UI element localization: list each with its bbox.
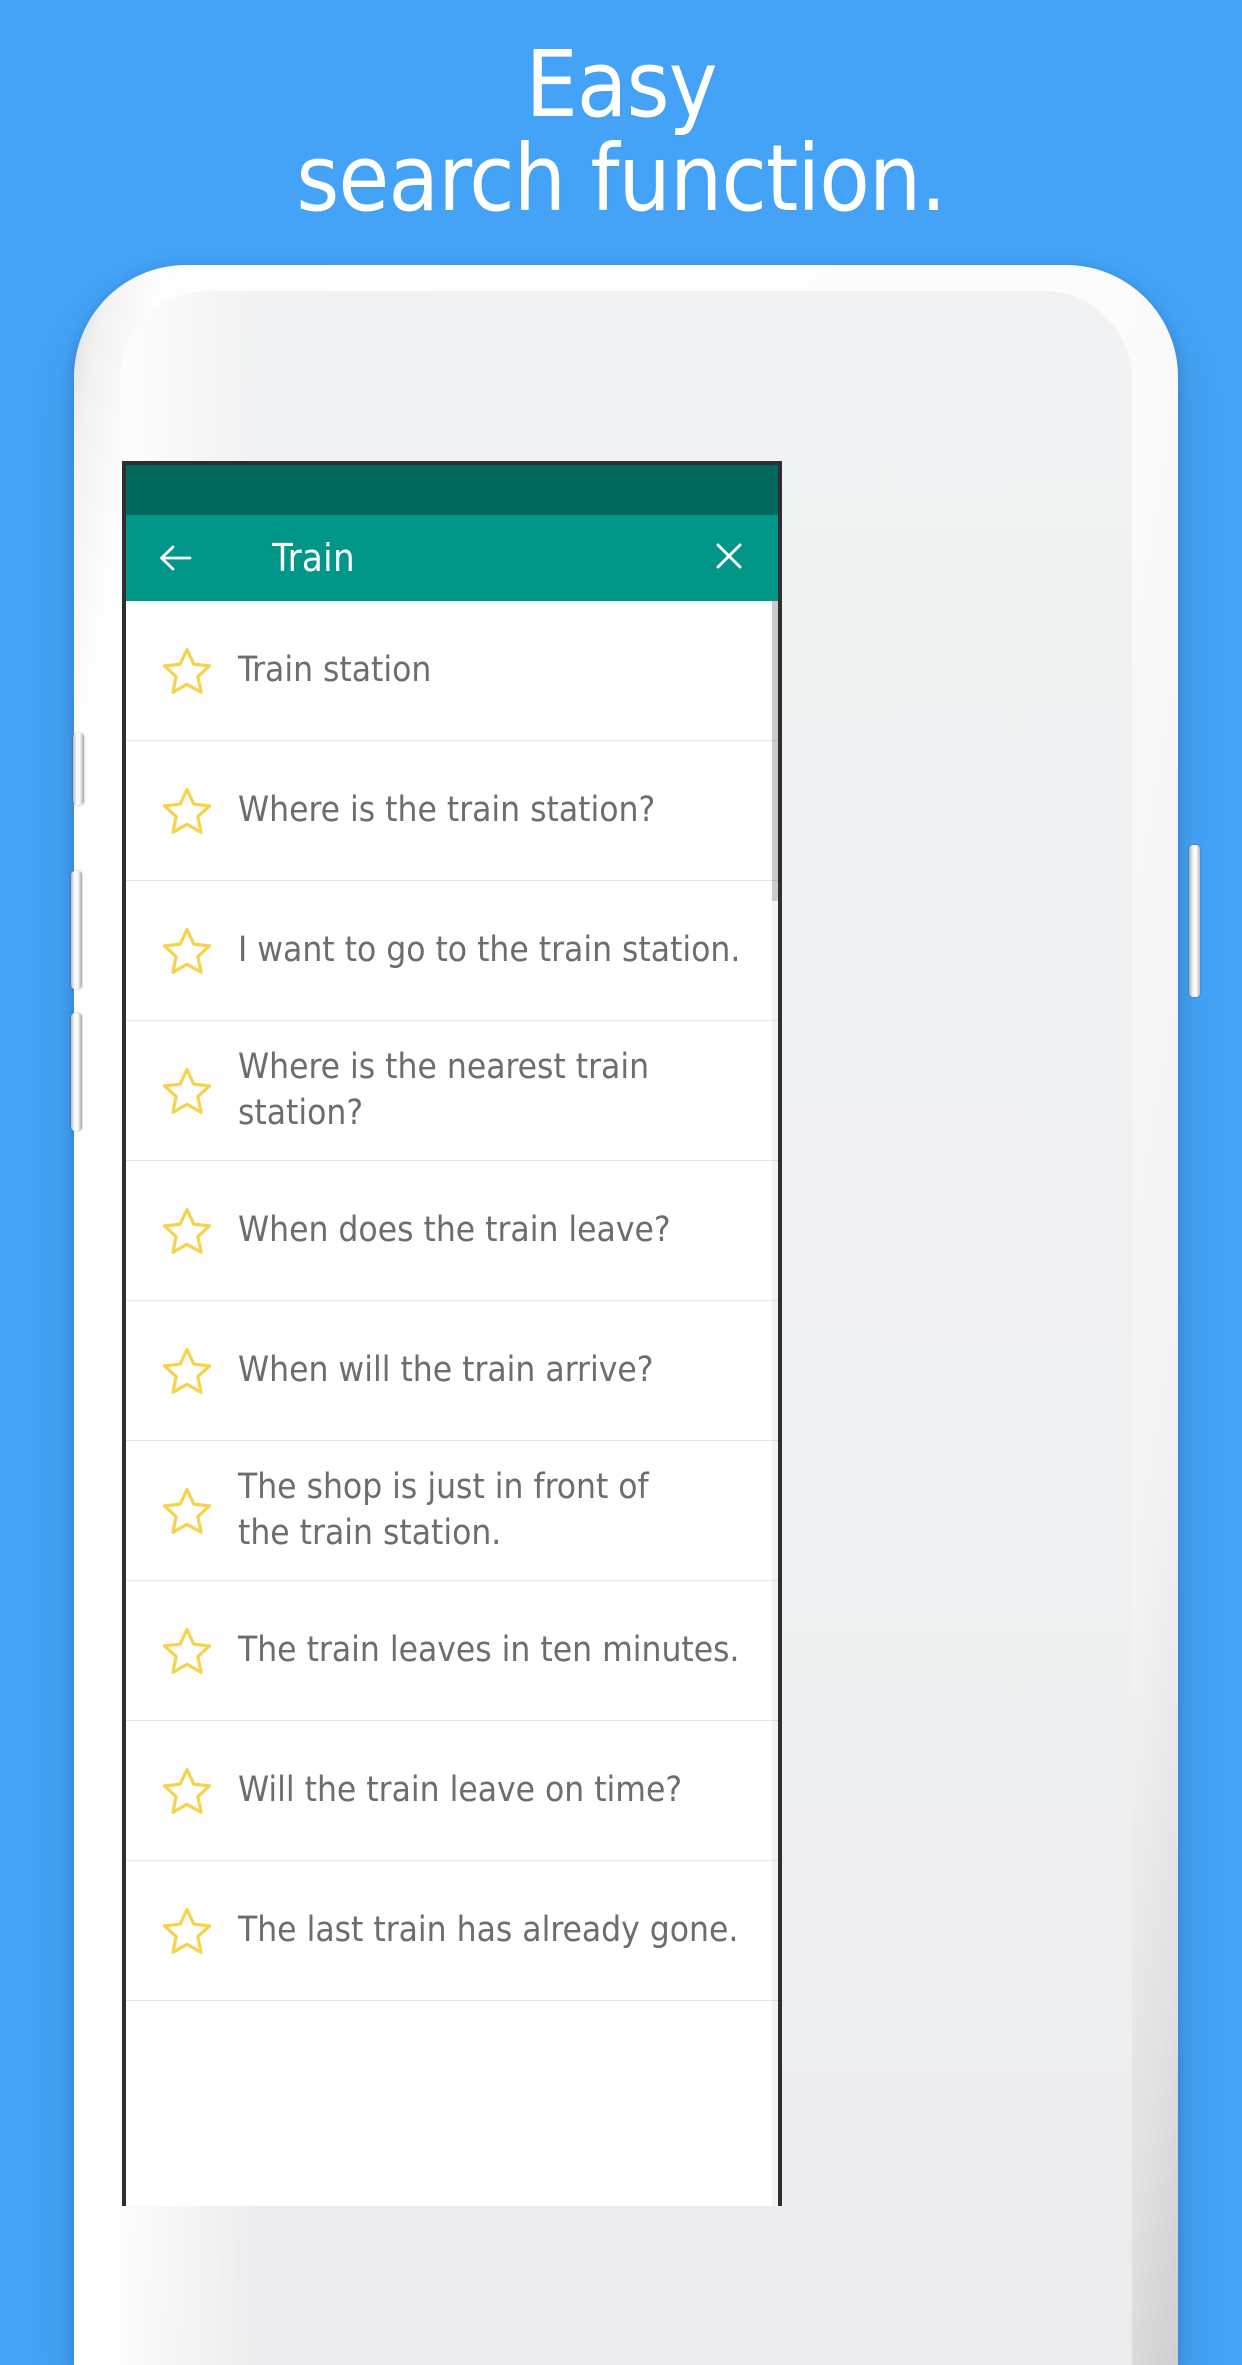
list-item[interactable]: When does the train leave? [126,1161,778,1301]
phone-body: Train Train station Where is the train s… [71,265,1200,2365]
app-toolbar: Train [126,515,778,601]
list-item-label: When does the train leave? [238,1209,671,1250]
list-item-label: Where is the nearest train station? [238,1047,650,1133]
list-item-label: I want to go to the train station. [238,929,741,970]
status-bar [126,465,778,515]
search-results-list[interactable]: Train station Where is the train station… [126,601,778,2001]
star-outline-icon[interactable] [158,922,216,980]
list-item[interactable]: Train station [126,601,778,741]
star-outline-icon[interactable] [158,1622,216,1680]
list-item[interactable]: Where is the nearest train station? [126,1021,778,1161]
star-outline-icon[interactable] [158,1482,216,1540]
phone-mockup: Train Train station Where is the train s… [64,265,1200,2365]
volume-up-button[interactable] [71,871,82,989]
star-outline-icon[interactable] [158,1762,216,1820]
list-item[interactable]: The shop is just in front of the train s… [126,1441,778,1581]
list-item[interactable]: I want to go to the train station. [126,881,778,1021]
app-screen: Train Train station Where is the train s… [122,461,782,2206]
scrollbar-thumb[interactable] [772,601,778,901]
star-outline-icon[interactable] [158,782,216,840]
list-item-label: Will the train leave on time? [238,1769,683,1810]
star-outline-icon[interactable] [158,1342,216,1400]
silent-switch[interactable] [73,733,84,805]
list-item-label: When will the train arrive? [238,1349,654,1390]
star-outline-icon[interactable] [158,642,216,700]
page-headline: Easy search function. [296,31,946,232]
close-button[interactable] [706,535,752,581]
power-button[interactable] [1189,845,1200,997]
list-item-label: The shop is just in front of the train s… [238,1467,649,1553]
list-item-label: The last train has already gone. [238,1909,739,1950]
list-item[interactable]: The last train has already gone. [126,1861,778,2001]
arrow-left-icon [155,538,195,578]
list-item[interactable]: Where is the train station? [126,741,778,881]
list-item-label: The train leaves in ten minutes. [238,1629,740,1670]
list-item[interactable]: The train leaves in ten minutes. [126,1581,778,1721]
star-outline-icon[interactable] [158,1062,216,1120]
list-item-label: Train station [238,649,432,690]
close-icon [710,537,748,580]
list-item-label: Where is the train station? [238,789,656,830]
star-outline-icon[interactable] [158,1202,216,1260]
volume-down-button[interactable] [71,1013,82,1131]
list-item[interactable]: Will the train leave on time? [126,1721,778,1861]
list-item[interactable]: When will the train arrive? [126,1301,778,1441]
back-button[interactable] [152,535,198,581]
toolbar-title: Train [272,536,355,580]
star-outline-icon[interactable] [158,1902,216,1960]
